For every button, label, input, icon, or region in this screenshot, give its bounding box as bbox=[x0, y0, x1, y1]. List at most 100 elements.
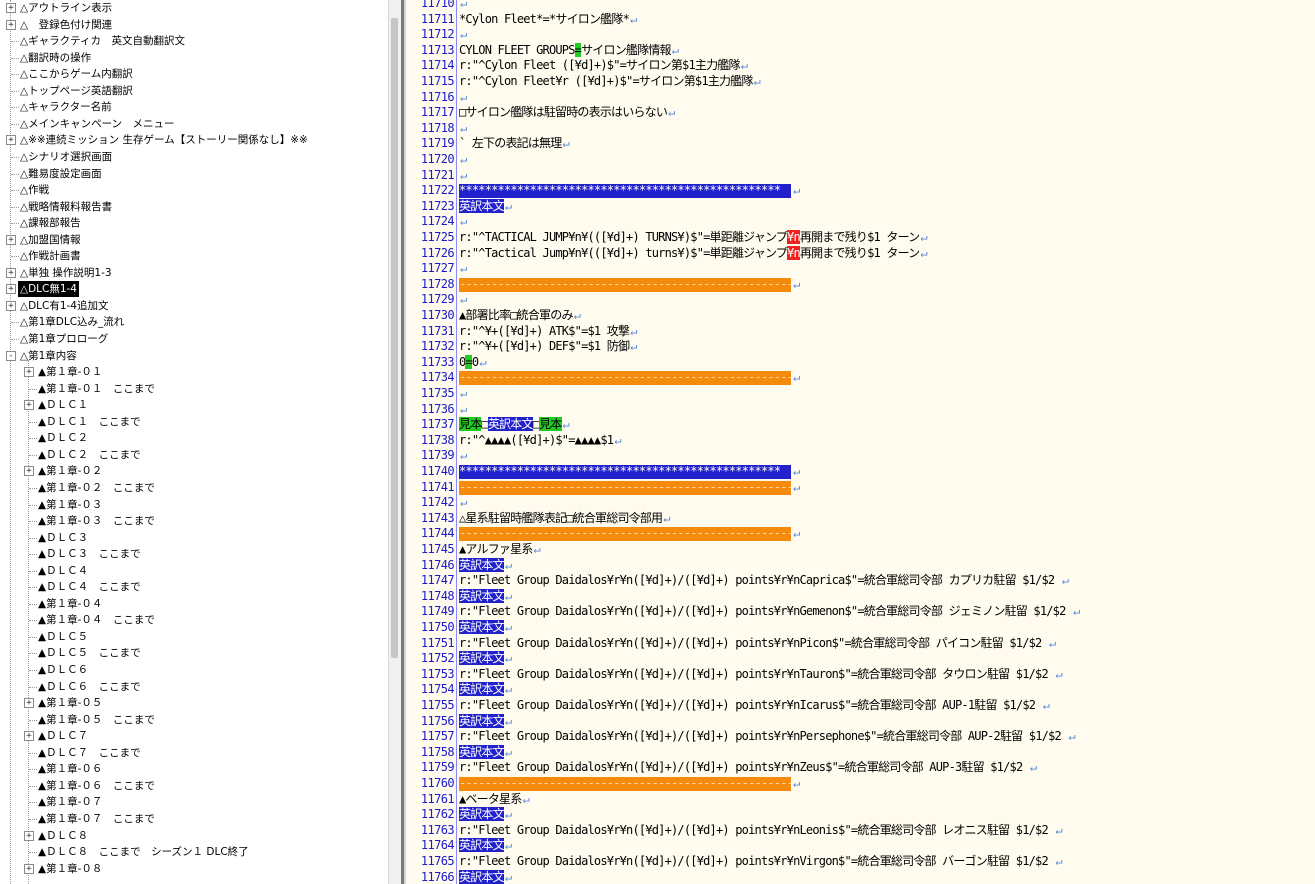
editor-line[interactable]: 11747 r:"Fleet Group Daidalos¥r¥n([¥d]+)/… bbox=[406, 573, 1315, 589]
editor-line[interactable]: 11762 英訳本文↵ bbox=[406, 807, 1315, 823]
editor-line[interactable]: 11761 ▲ベータ星系↵ bbox=[406, 792, 1315, 808]
expand-icon[interactable]: + bbox=[24, 863, 34, 874]
tree-item[interactable]: + △※※連続ミッション 生存ゲーム【ストーリー関係なし】※※ bbox=[0, 132, 388, 148]
expand-icon[interactable]: + bbox=[6, 284, 16, 295]
tree-item[interactable]: △メインキャンペーン メニュー bbox=[0, 116, 388, 132]
editor-line[interactable]: 11749 r:"Fleet Group Daidalos¥r¥n([¥d]+)/… bbox=[406, 604, 1315, 620]
tree-item[interactable]: △戦略情報料報告書 bbox=[0, 199, 388, 215]
editor-line[interactable]: 11722 ***********************************… bbox=[406, 183, 1315, 199]
expand-icon[interactable]: + bbox=[6, 267, 16, 278]
editor-line[interactable]: 11752 英訳本文↵ bbox=[406, 651, 1315, 667]
editor-line[interactable]: 11745 ▲アルファ星系↵ bbox=[406, 542, 1315, 558]
editor-line[interactable]: 11733 0=0↵ bbox=[406, 354, 1315, 371]
editor-line[interactable]: 11760 -----------------------------------… bbox=[406, 776, 1315, 792]
editor-line[interactable]: 11764 英訳本文↵ bbox=[406, 838, 1315, 854]
editor-line[interactable]: 11765 r:"Fleet Group Daidalos¥r¥n([¥d]+)/… bbox=[406, 854, 1315, 870]
editor-line[interactable]: 11748 英訳本文↵ bbox=[406, 588, 1315, 605]
tree-item[interactable]: △難易度設定画面 bbox=[0, 166, 388, 182]
expand-icon[interactable]: + bbox=[24, 466, 34, 477]
outline-scrollbar-thumb[interactable] bbox=[391, 18, 398, 658]
tree-item[interactable]: + △単独 操作説明1-3 bbox=[0, 265, 388, 281]
tree-item[interactable]: ▲第１章-０５ ここまで bbox=[0, 712, 388, 728]
tree-item[interactable]: + ▲ＤＬＣ８ bbox=[0, 828, 388, 844]
editor-line[interactable]: 11753 r:"Fleet Group Daidalos¥r¥n([¥d]+)/… bbox=[406, 667, 1315, 683]
expand-icon[interactable]: + bbox=[6, 19, 16, 30]
outline-tree[interactable]: + △アウトライン表示 + △ 登録色付け関連 △ギャラクティカ 英文自動翻訳文 △翻訳時… bbox=[0, 0, 388, 884]
tree-item[interactable]: + △DLC無1-4 bbox=[0, 281, 388, 298]
tree-item[interactable]: + ▲ＤＬＣ１ bbox=[0, 397, 388, 413]
tree-item[interactable]: ▲第１章-０７ bbox=[0, 794, 388, 810]
editor-line[interactable]: 11757 r:"Fleet Group Daidalos¥r¥n([¥d]+)/… bbox=[406, 729, 1315, 745]
tree-item[interactable]: △翻訳時の操作 bbox=[0, 50, 388, 66]
editor-line[interactable]: 11715 r:"^Cylon Fleet¥r ([¥d]+)$"=サイロン第$1… bbox=[406, 74, 1315, 90]
tree-item[interactable]: ▲ＤＬＣ４ ここまで bbox=[0, 579, 388, 595]
tree-item[interactable]: + ▲ＤＬＣ７ bbox=[0, 728, 388, 744]
tree-item[interactable]: + △DLC有1-4追加文 bbox=[0, 298, 388, 314]
editor-line[interactable]: 11754 英訳本文↵ bbox=[406, 682, 1315, 698]
editor-line[interactable]: 11713 CYLON FLEET GROUPS=サイロン艦隊情報↵ bbox=[406, 42, 1315, 59]
expand-icon[interactable]: + bbox=[24, 400, 34, 411]
editor-line[interactable]: 11740 ***********************************… bbox=[406, 464, 1315, 480]
tree-item[interactable]: + △加盟国情報 bbox=[0, 232, 388, 248]
tree-item[interactable]: ▲第１章-０３ ここまで bbox=[0, 513, 388, 529]
editor-line[interactable]: 11712 ↵ bbox=[406, 27, 1315, 43]
editor-line[interactable]: 11734 -----------------------------------… bbox=[406, 370, 1315, 386]
expand-icon[interactable]: + bbox=[6, 300, 16, 311]
editor-line[interactable]: 11751 r:"Fleet Group Daidalos¥r¥n([¥d]+)/… bbox=[406, 636, 1315, 652]
editor-line[interactable]: 11726 r:"^Tactical Jump¥n¥(([¥d]+) turns¥… bbox=[406, 245, 1315, 262]
tree-item[interactable]: ▲ＤＬＣ７ ここまで bbox=[0, 745, 388, 761]
tree-item[interactable]: ▲第１章-０２ ここまで bbox=[0, 480, 388, 496]
editor-line[interactable]: 11731 r:"^¥+([¥d]+) ATK$"=$1 攻撃↵ bbox=[406, 324, 1315, 340]
editor-line[interactable]: 11744 -----------------------------------… bbox=[406, 526, 1315, 542]
outline-scrollbar[interactable] bbox=[388, 0, 401, 884]
editor-line[interactable]: 11721 ↵ bbox=[406, 168, 1315, 184]
tree-item[interactable]: ▲ＤＬＣ２ ここまで bbox=[0, 447, 388, 463]
tree-item[interactable]: △第1章プロローグ bbox=[0, 331, 388, 347]
tree-item[interactable]: ▲第１章-０４ ここまで bbox=[0, 612, 388, 628]
editor-line[interactable]: 11755 r:"Fleet Group Daidalos¥r¥n([¥d]+)/… bbox=[406, 698, 1315, 714]
editor-line[interactable]: 11738 r:"^▲▲▲▲([¥d]+)$"=▲▲▲▲$1↵ bbox=[406, 433, 1315, 449]
editor-line[interactable]: 11750 英訳本文↵ bbox=[406, 620, 1315, 636]
tree-item[interactable]: ▲ＤＬＣ５ ここまで bbox=[0, 645, 388, 661]
expand-icon[interactable]: + bbox=[6, 234, 16, 245]
tree-item[interactable]: △ここからゲーム内翻訳 bbox=[0, 66, 388, 82]
expand-icon[interactable]: + bbox=[6, 135, 16, 146]
collapse-icon[interactable]: - bbox=[6, 350, 16, 361]
editor-line[interactable]: 11735 ↵ bbox=[406, 386, 1315, 402]
tree-item[interactable]: △課報部報告 bbox=[0, 215, 388, 231]
tree-item[interactable]: △作戦 bbox=[0, 182, 388, 198]
tree-item[interactable]: ▲ＤＬＣ２ bbox=[0, 430, 388, 446]
tree-item[interactable]: ▲第１章-０６ bbox=[0, 761, 388, 777]
editor-line[interactable]: 11766 英訳本文↵ bbox=[406, 869, 1315, 884]
editor-line[interactable]: 11714 r:"^Cylon Fleet ([¥d]+)$"=サイロン第$1主力… bbox=[406, 58, 1315, 74]
editor-line[interactable]: 11720 ↵ bbox=[406, 152, 1315, 168]
tree-item[interactable]: ▲ＤＬＣ３ ここまで bbox=[0, 546, 388, 562]
expand-icon[interactable]: + bbox=[24, 731, 34, 742]
editor-line[interactable]: 11716 ↵ bbox=[406, 90, 1315, 106]
tree-item[interactable]: ▲ＤＬＣ８ ここまで シーズン１ DLC終了 bbox=[0, 844, 388, 860]
tree-item[interactable]: △シナリオ選択画面 bbox=[0, 149, 388, 165]
tree-item[interactable]: ▲ＤＬＣ３ bbox=[0, 530, 388, 546]
editor-line[interactable]: 11742 ↵ bbox=[406, 495, 1315, 511]
tree-item[interactable]: △キャラクター名前 bbox=[0, 99, 388, 115]
tree-item[interactable]: + ▲第１章-０８ bbox=[0, 861, 388, 877]
editor-line[interactable]: 11741 -----------------------------------… bbox=[406, 480, 1315, 496]
tree-item[interactable]: ▲第１章-０１ ここまで bbox=[0, 381, 388, 397]
expand-icon[interactable]: + bbox=[24, 698, 34, 709]
editor-line[interactable]: 11758 英訳本文↵ bbox=[406, 744, 1315, 761]
editor-line[interactable]: 11718 ↵ bbox=[406, 121, 1315, 137]
tree-item[interactable]: + ▲第１章-０５ bbox=[0, 695, 388, 711]
expand-icon[interactable]: + bbox=[24, 367, 34, 378]
editor-line[interactable]: 11746 英訳本文↵ bbox=[406, 557, 1315, 574]
tree-item[interactable]: ▲第１章-０６ ここまで bbox=[0, 778, 388, 794]
editor-line[interactable]: 11729 ↵ bbox=[406, 292, 1315, 308]
editor-line[interactable]: 11728 -----------------------------------… bbox=[406, 277, 1315, 293]
tree-item[interactable]: + ▲第１章-０２ bbox=[0, 463, 388, 479]
editor-line[interactable]: 11743 △星系駐留時艦隊表記□統合軍総司令部用↵ bbox=[406, 511, 1315, 527]
tree-item[interactable]: + △アウトライン表示 bbox=[0, 0, 388, 16]
editor-line[interactable]: 11739 ↵ bbox=[406, 448, 1315, 464]
editor-line[interactable]: 11711 *Cylon Fleet*=*サイロン艦隊*↵ bbox=[406, 12, 1315, 28]
tree-item[interactable]: ▲第１章-０７ ここまで bbox=[0, 811, 388, 827]
tree-item[interactable]: ▲ＤＬＣ６ bbox=[0, 662, 388, 678]
editor-line[interactable]: 11736 ↵ bbox=[406, 402, 1315, 418]
